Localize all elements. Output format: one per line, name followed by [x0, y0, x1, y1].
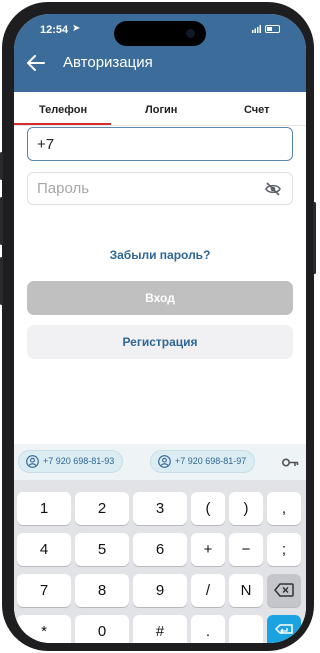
login-button[interactable]: Вход	[27, 281, 293, 315]
autofill-chip-label: +7 920 698-81-93	[43, 456, 115, 466]
key-7[interactable]: 7	[17, 574, 71, 607]
key-9[interactable]: 9	[133, 574, 187, 607]
volume-up-button	[0, 197, 3, 245]
phone-input[interactable]	[27, 127, 293, 161]
key-hash[interactable]: #	[133, 615, 187, 643]
battery-icon	[265, 25, 280, 33]
camera-icon	[186, 29, 195, 38]
signal-icon	[252, 25, 261, 33]
enter-icon	[274, 624, 293, 634]
backspace-key[interactable]	[267, 574, 301, 607]
key-blank[interactable]	[229, 615, 263, 643]
key-0[interactable]: 0	[75, 615, 129, 643]
key-n[interactable]: N	[229, 574, 263, 607]
key-5[interactable]: 5	[75, 533, 129, 566]
autofill-chip[interactable]: +7 920 698-81-93	[18, 450, 124, 473]
numeric-keyboard: +7 920 698-81-93 +7 920 698-81-97 1 2 3 …	[14, 444, 306, 643]
eye-off-icon[interactable]	[265, 182, 281, 196]
power-button	[313, 202, 316, 274]
autofill-chip[interactable]: +7 920 698-81-97	[150, 450, 256, 473]
auth-tabs: Телефон Логин Счет	[14, 92, 306, 126]
active-tab-indicator	[14, 123, 111, 125]
key-6[interactable]: 6	[133, 533, 187, 566]
key-2[interactable]: 2	[75, 492, 129, 525]
key-minus[interactable]: −	[229, 533, 263, 566]
key-comma[interactable]: ,	[267, 492, 301, 525]
register-button[interactable]: Регистрация	[27, 325, 293, 359]
key-icon[interactable]	[282, 458, 299, 467]
tab-phone[interactable]: Телефон	[39, 104, 87, 116]
phone-frame: 12:54 ➤ Авторизация Телефон Логин Счет +…	[0, 2, 316, 651]
location-icon: ➤	[72, 23, 81, 34]
volume-down-button	[0, 257, 3, 305]
key-4[interactable]: 4	[17, 533, 71, 566]
key-asterisk[interactable]: *	[17, 615, 71, 643]
back-arrow-icon[interactable]	[27, 55, 45, 71]
key-open-paren[interactable]: (	[191, 492, 225, 525]
key-semicolon[interactable]: ;	[267, 533, 301, 566]
key-8[interactable]: 8	[75, 574, 129, 607]
backspace-icon	[274, 583, 294, 597]
tab-login[interactable]: Логин	[145, 104, 177, 116]
page-title: Авторизация	[63, 54, 153, 71]
enter-key[interactable]	[267, 615, 301, 643]
key-slash[interactable]: /	[191, 574, 225, 607]
autofill-suggestions: +7 920 698-81-93 +7 920 698-81-97	[14, 444, 306, 480]
key-close-paren[interactable]: )	[229, 492, 263, 525]
forgot-password-link[interactable]: Забыли пароль?	[14, 248, 306, 262]
screen: 12:54 ➤ Авторизация Телефон Логин Счет +…	[14, 14, 306, 643]
status-time: 12:54	[40, 24, 69, 36]
password-input[interactable]	[27, 172, 293, 205]
side-button	[0, 152, 3, 180]
key-1[interactable]: 1	[17, 492, 71, 525]
key-3[interactable]: 3	[133, 492, 187, 525]
autofill-chip-label: +7 920 698-81-97	[175, 456, 247, 466]
tab-account[interactable]: Счет	[244, 104, 270, 116]
contact-icon	[158, 455, 171, 468]
contact-icon	[26, 455, 39, 468]
key-period[interactable]: .	[191, 615, 225, 643]
app-bar: 12:54 ➤ Авторизация	[14, 14, 306, 92]
key-plus[interactable]: +	[191, 533, 225, 566]
